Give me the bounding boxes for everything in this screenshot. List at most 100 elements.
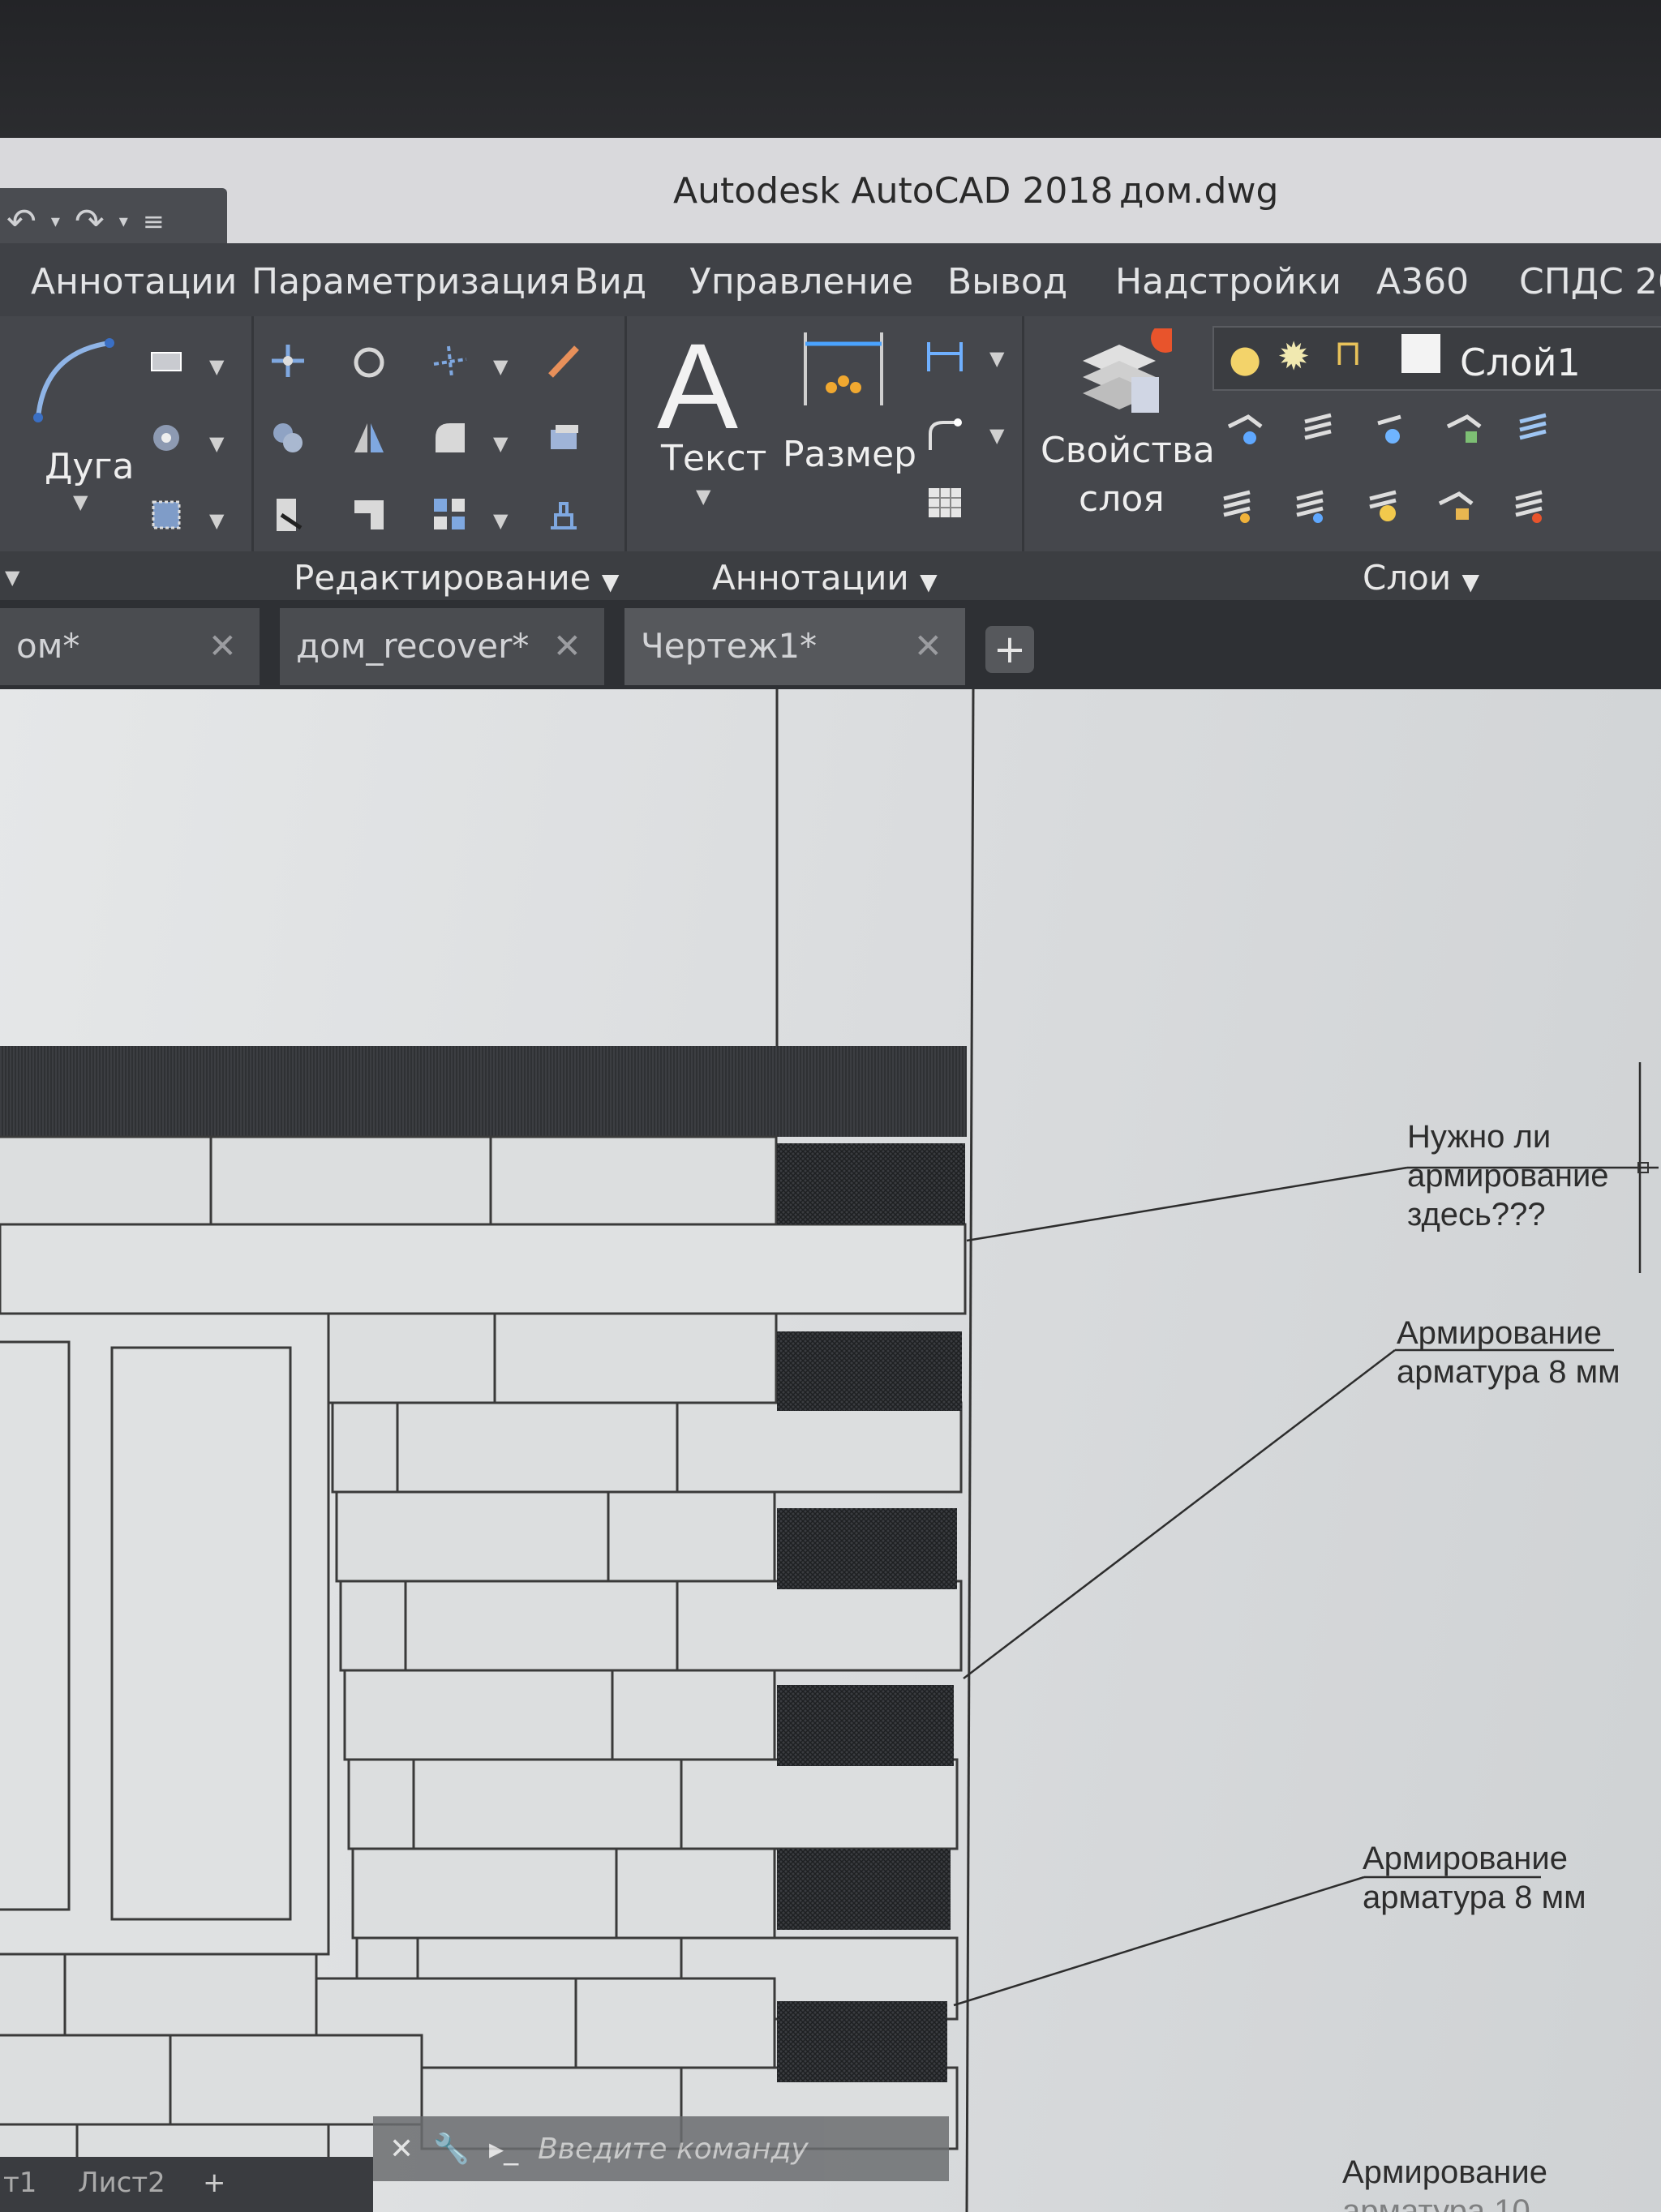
explode-icon[interactable] bbox=[539, 414, 588, 462]
layer-tool-icon[interactable] bbox=[1285, 482, 1334, 531]
linear-dimension-icon[interactable] bbox=[921, 332, 969, 381]
chevron-down-icon[interactable]: ▼ bbox=[989, 347, 1004, 370]
column-hatch bbox=[777, 1143, 965, 1224]
layout-tab-1[interactable]: т1 bbox=[3, 2167, 36, 2199]
beam-hatch bbox=[0, 1046, 967, 1137]
wrench-icon[interactable]: 🔧 bbox=[433, 2132, 470, 2166]
scale-icon[interactable] bbox=[345, 491, 393, 539]
leader-icon[interactable] bbox=[921, 409, 969, 458]
close-icon[interactable]: ✕ bbox=[208, 626, 237, 666]
note-reinforcement-3: Армирование арматура 10 bbox=[1342, 2153, 1547, 2212]
text-button-label[interactable]: Текст bbox=[661, 438, 766, 479]
layout-tab-2[interactable]: Лист2 bbox=[78, 2167, 165, 2199]
arc-icon[interactable] bbox=[28, 337, 118, 426]
layer-tool-icon[interactable] bbox=[1221, 405, 1269, 454]
table-icon[interactable] bbox=[921, 478, 969, 527]
mirror-icon[interactable] bbox=[345, 414, 393, 462]
ribbon-tabs: Аннотации Параметризация Вид Управление … bbox=[0, 243, 1661, 316]
copy-icon[interactable] bbox=[264, 414, 312, 462]
dimension-button-label[interactable]: Размер bbox=[783, 434, 916, 475]
note-line: арматура 8 мм bbox=[1397, 1354, 1620, 1390]
rectangle-icon[interactable] bbox=[142, 337, 191, 385]
layer-tool-icon[interactable] bbox=[1367, 405, 1415, 454]
tab-output[interactable]: Вывод bbox=[947, 261, 1067, 302]
lightbulb-icon[interactable]: ● bbox=[1229, 337, 1261, 380]
sun-icon[interactable]: ✹ bbox=[1277, 334, 1310, 379]
tab-file-drawing1[interactable]: Чертеж1* ✕ bbox=[624, 608, 965, 685]
chevron-down-icon[interactable]: ▼ bbox=[209, 432, 224, 455]
chevron-down-icon[interactable]: ▼ bbox=[493, 432, 508, 455]
erase-icon[interactable] bbox=[539, 337, 588, 385]
layer-tool-icon[interactable] bbox=[1294, 405, 1342, 454]
panel-title-edit[interactable]: Редактирование ▼ bbox=[294, 558, 619, 598]
panel-title-layers[interactable]: Слои ▼ bbox=[1363, 558, 1479, 598]
layer-properties-icon[interactable] bbox=[1075, 328, 1172, 426]
layer-tool-icon[interactable] bbox=[1509, 405, 1557, 454]
fillet-icon[interactable] bbox=[426, 414, 474, 462]
layer-tool-icon[interactable] bbox=[1212, 482, 1261, 531]
rotate-icon[interactable] bbox=[345, 337, 393, 385]
tab-file-dom-recover[interactable]: дом_recover* ✕ bbox=[280, 608, 604, 685]
drawing-canvas[interactable]: Нужно ли армирование здесь??? Армировани… bbox=[0, 689, 1661, 2212]
chevron-down-icon[interactable]: ▼ bbox=[493, 355, 508, 378]
note-question: Нужно ли армирование здесь??? bbox=[1407, 1117, 1609, 1234]
undo-icon[interactable]: ↶ bbox=[6, 201, 36, 242]
layer-color-swatch-icon[interactable] bbox=[1401, 334, 1440, 373]
new-tab-plus-icon[interactable]: + bbox=[985, 626, 1034, 673]
command-prompt-icon[interactable]: ▸_ bbox=[489, 2133, 518, 2166]
trim-icon[interactable] bbox=[426, 337, 474, 385]
dropdown-icon[interactable]: ▾ bbox=[51, 212, 60, 232]
panel-title-edit-label: Редактирование bbox=[294, 558, 591, 598]
note-line: Армирование bbox=[1397, 1315, 1602, 1351]
close-icon[interactable]: ✕ bbox=[389, 2133, 414, 2166]
chevron-down-icon[interactable]: ▼ bbox=[209, 509, 224, 532]
chevron-down-icon[interactable]: ▼ bbox=[989, 424, 1004, 447]
layer-tool-icon[interactable] bbox=[1504, 482, 1553, 531]
current-layer-name[interactable]: Слой1 bbox=[1460, 341, 1581, 384]
chevron-down-icon[interactable]: ▼ bbox=[493, 509, 508, 532]
customize-icon[interactable]: ≡ bbox=[143, 206, 165, 237]
tab-file-dom[interactable]: ом* ✕ bbox=[0, 608, 260, 685]
tab-a360[interactable]: А360 bbox=[1376, 261, 1469, 302]
unlock-icon[interactable]: ⊓ bbox=[1334, 332, 1362, 374]
window-frame bbox=[0, 1312, 330, 1956]
column-hatch bbox=[777, 1331, 962, 1411]
layer-tool-icon[interactable] bbox=[1358, 482, 1407, 531]
layer-tool-icon[interactable] bbox=[1440, 405, 1488, 454]
note-line: Нужно ли bbox=[1407, 1119, 1552, 1155]
move-icon[interactable] bbox=[264, 337, 312, 385]
tab-view[interactable]: Вид bbox=[574, 261, 646, 302]
layout-tabs: т1 Лист2 + bbox=[0, 2157, 373, 2212]
tab-addins[interactable]: Надстройки bbox=[1115, 261, 1341, 302]
layer-properties-label-2[interactable]: слоя bbox=[1079, 478, 1165, 520]
ribbon: Дуга ▼ ▼ ▼ ▼ ▼ ▼ ▼ A Текст ▼ Размер ▼ ▼ … bbox=[0, 316, 1661, 600]
text-big-icon[interactable]: A bbox=[657, 316, 738, 457]
chevron-down-icon[interactable]: ▼ bbox=[209, 355, 224, 378]
layer-properties-label-1[interactable]: Свойства bbox=[1041, 430, 1215, 471]
command-line[interactable]: ✕ 🔧 ▸_ Введите команду bbox=[373, 2116, 949, 2181]
chevron-down-icon[interactable]: ▼ bbox=[696, 485, 710, 508]
panel-title-annotations[interactable]: Аннотации ▼ bbox=[712, 558, 938, 598]
offset-icon[interactable] bbox=[539, 491, 588, 539]
region-icon[interactable] bbox=[142, 491, 191, 539]
add-layout-plus-icon[interactable]: + bbox=[203, 2167, 226, 2199]
tab-annotations[interactable]: Аннотации bbox=[31, 261, 237, 302]
chevron-down-icon[interactable]: ▼ bbox=[5, 566, 19, 589]
dropdown-icon[interactable]: ▾ bbox=[119, 212, 128, 232]
tab-manage[interactable]: Управление bbox=[689, 261, 913, 302]
close-icon[interactable]: ✕ bbox=[914, 626, 942, 666]
arc-button-label[interactable]: Дуга bbox=[45, 446, 135, 487]
dimension-icon[interactable] bbox=[799, 324, 888, 414]
chevron-down-icon[interactable]: ▼ bbox=[73, 491, 88, 513]
array-icon[interactable] bbox=[426, 491, 474, 539]
command-input[interactable]: Введите команду bbox=[538, 2133, 809, 2166]
column-hatch bbox=[777, 1685, 954, 1766]
layer-tool-icon[interactable] bbox=[1431, 482, 1480, 531]
tab-spds[interactable]: СПДС 20 bbox=[1519, 261, 1661, 302]
close-icon[interactable]: ✕ bbox=[553, 626, 582, 666]
note-reinforcement-1: Армирование арматура 8 мм bbox=[1397, 1314, 1620, 1391]
tab-parametric[interactable]: Параметризация bbox=[251, 261, 570, 302]
redo-icon[interactable]: ↷ bbox=[75, 201, 105, 242]
stretch-icon[interactable] bbox=[264, 491, 312, 539]
hatch-icon[interactable] bbox=[142, 414, 191, 462]
